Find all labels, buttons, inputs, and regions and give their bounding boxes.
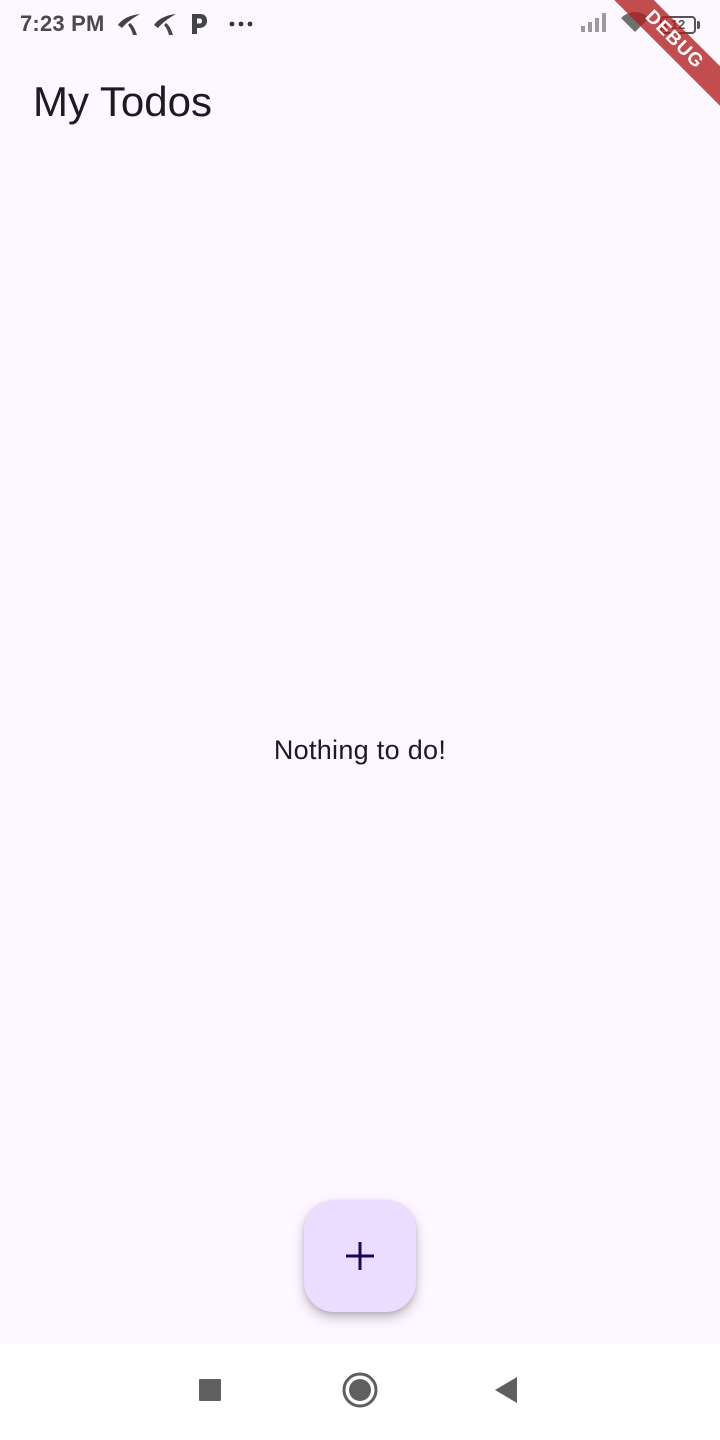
system-status-icons: 12 <box>580 11 700 38</box>
p-app-icon <box>188 11 210 37</box>
plus-icon <box>344 1240 376 1272</box>
system-nav-bar <box>0 1344 720 1440</box>
app-bar: My Todos <box>0 50 720 162</box>
home-icon <box>341 1371 379 1414</box>
telenor-icon <box>116 11 144 37</box>
empty-state-message: Nothing to do! <box>273 735 447 765</box>
wifi-icon <box>620 11 650 38</box>
notification-icons <box>116 10 258 38</box>
battery-icon: 12 <box>660 15 700 35</box>
more-dots-icon <box>228 19 258 29</box>
back-button[interactable] <box>486 1372 526 1412</box>
recents-button[interactable] <box>190 1372 230 1412</box>
battery-level: 12 <box>670 16 686 32</box>
status-time: 7:23 PM <box>20 11 105 36</box>
status-bar: 7:23 PM 12 <box>0 0 720 50</box>
telenor-icon <box>152 11 180 37</box>
home-button[interactable] <box>340 1372 380 1412</box>
add-todo-button[interactable] <box>304 1200 416 1312</box>
back-icon <box>493 1376 519 1409</box>
recents-icon <box>198 1378 222 1407</box>
signal-icon <box>580 11 610 38</box>
page-title: My Todos <box>33 78 212 125</box>
